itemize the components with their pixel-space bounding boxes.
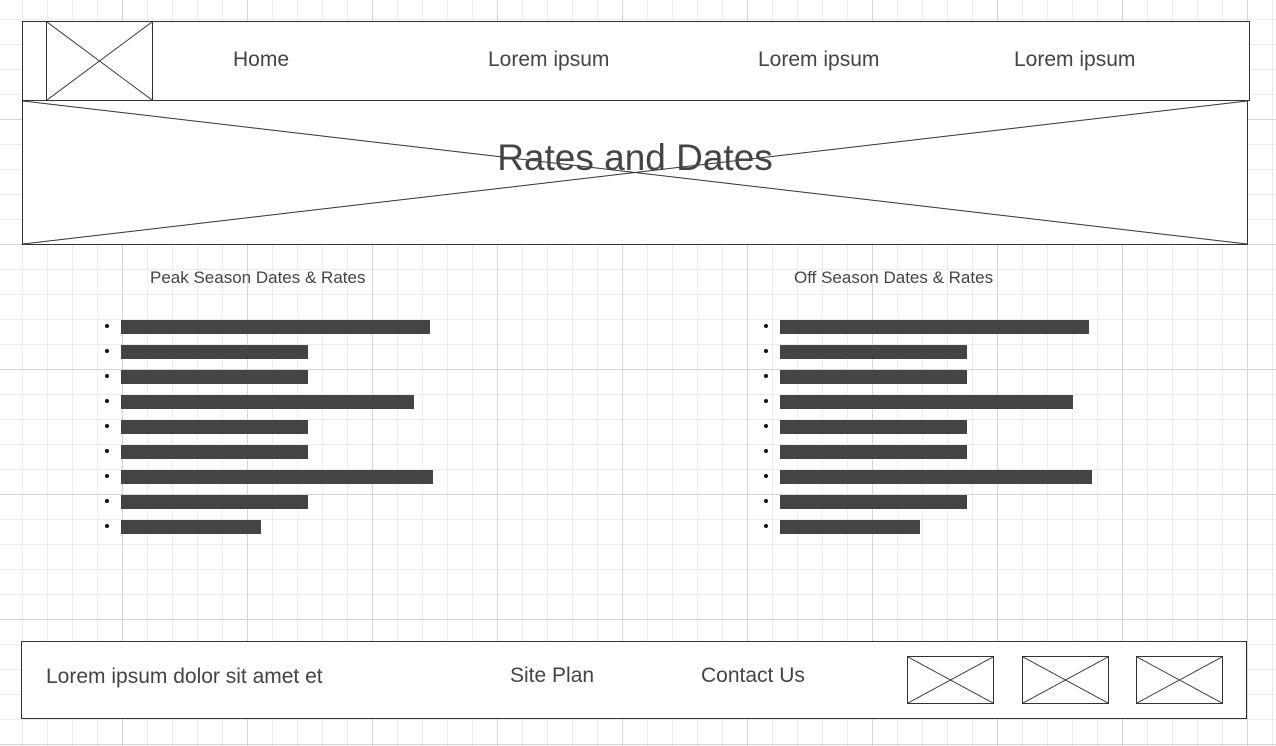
- text-placeholder-bar: [121, 520, 261, 534]
- logo-placeholder[interactable]: [46, 21, 153, 101]
- list-item: [764, 489, 1094, 514]
- bullet-icon: [764, 474, 768, 478]
- bullet-icon: [105, 324, 109, 328]
- text-placeholder-bar: [780, 370, 967, 384]
- list-item: [764, 514, 1094, 539]
- bullet-icon: [764, 499, 768, 503]
- list-item: [764, 414, 1094, 439]
- text-placeholder-bar: [780, 470, 1092, 484]
- bullet-icon: [105, 349, 109, 353]
- bullet-icon: [764, 399, 768, 403]
- text-placeholder-bar: [780, 395, 1073, 409]
- bullet-icon: [764, 324, 768, 328]
- bullet-icon: [105, 399, 109, 403]
- list-item: [105, 314, 435, 339]
- list-item: [764, 389, 1094, 414]
- nav-link-4[interactable]: Lorem ipsum: [1014, 48, 1135, 72]
- text-placeholder-bar: [780, 520, 920, 534]
- text-placeholder-bar: [780, 345, 967, 359]
- text-placeholder-bar: [121, 345, 308, 359]
- image-placeholder-icon: [908, 657, 993, 703]
- footer-image-1[interactable]: [907, 656, 994, 704]
- image-placeholder-icon: [1137, 657, 1222, 703]
- text-placeholder-bar: [780, 320, 1089, 334]
- text-placeholder-bar: [121, 320, 430, 334]
- text-placeholder-bar: [780, 495, 967, 509]
- list-item: [105, 489, 435, 514]
- list-item: [764, 339, 1094, 364]
- nav-home-link[interactable]: Home: [233, 48, 289, 72]
- list-item: [105, 364, 435, 389]
- peak-season-title: Peak Season Dates & Rates: [150, 268, 366, 287]
- list-item: [105, 414, 435, 439]
- page-title: Rates and Dates: [497, 137, 773, 178]
- text-placeholder-bar: [121, 370, 308, 384]
- list-item: [764, 364, 1094, 389]
- footer-image-2[interactable]: [1022, 656, 1109, 704]
- text-placeholder-bar: [121, 495, 308, 509]
- list-item: [764, 314, 1094, 339]
- off-season-list: [764, 314, 1094, 539]
- list-item: [764, 464, 1094, 489]
- bullet-icon: [764, 349, 768, 353]
- bullet-icon: [105, 499, 109, 503]
- bullet-icon: [764, 449, 768, 453]
- list-item: [105, 464, 435, 489]
- nav-link-2[interactable]: Lorem ipsum: [488, 48, 609, 72]
- bullet-icon: [105, 524, 109, 528]
- off-season-title: Off Season Dates & Rates: [794, 268, 994, 287]
- bullet-icon: [105, 449, 109, 453]
- list-item: [105, 439, 435, 464]
- text-placeholder-bar: [121, 420, 308, 434]
- bullet-icon: [764, 424, 768, 428]
- footer-text: Lorem ipsum dolor sit amet et: [46, 665, 323, 688]
- nav-link-3[interactable]: Lorem ipsum: [758, 48, 879, 72]
- header-nav: Home Lorem ipsum Lorem ipsum Lorem ipsum: [22, 21, 1250, 101]
- footer: Lorem ipsum dolor sit amet et Site Plan …: [21, 641, 1247, 719]
- bullet-icon: [764, 524, 768, 528]
- site-plan-link[interactable]: Site Plan: [510, 664, 594, 688]
- image-placeholder-icon: [47, 22, 152, 100]
- bullet-icon: [105, 474, 109, 478]
- bullet-icon: [105, 424, 109, 428]
- text-placeholder-bar: [780, 445, 967, 459]
- list-item: [105, 514, 435, 539]
- peak-season-list: [105, 314, 435, 539]
- contact-us-link[interactable]: Contact Us: [701, 664, 805, 688]
- list-item: [105, 339, 435, 364]
- image-placeholder-icon: [1023, 657, 1108, 703]
- list-item: [764, 439, 1094, 464]
- text-placeholder-bar: [121, 395, 414, 409]
- footer-image-3[interactable]: [1136, 656, 1223, 704]
- bullet-icon: [764, 374, 768, 378]
- bullet-icon: [105, 374, 109, 378]
- text-placeholder-bar: [780, 420, 967, 434]
- list-item: [105, 389, 435, 414]
- hero-banner: Rates and Dates: [22, 100, 1248, 245]
- text-placeholder-bar: [121, 470, 433, 484]
- text-placeholder-bar: [121, 445, 308, 459]
